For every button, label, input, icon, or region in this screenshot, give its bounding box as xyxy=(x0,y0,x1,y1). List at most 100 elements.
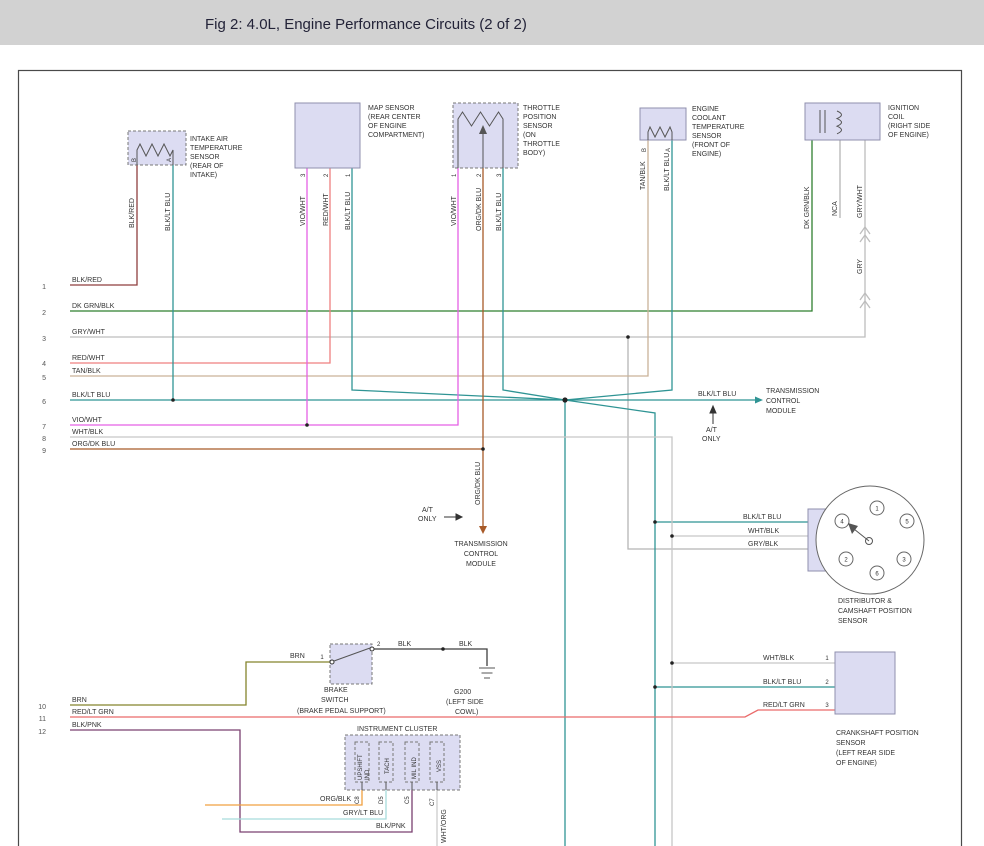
junction-dot xyxy=(653,685,657,689)
tcm-bottom-note: A/T xyxy=(422,507,434,514)
junction-dot xyxy=(562,397,567,402)
distributor-wire-label: WHT/BLK xyxy=(748,528,779,535)
map-wire-label: RED/WHT xyxy=(323,193,330,226)
crankshaft-wire-label: BLK/LT BLU xyxy=(763,679,801,686)
ect-pin-label: A xyxy=(666,148,672,152)
row-wire-label: DK GRN/BLK xyxy=(72,303,115,310)
row-number: 2 xyxy=(42,310,46,317)
gauge-label: VSS xyxy=(437,760,443,772)
junction-dot xyxy=(670,661,674,665)
brake-switch-label: (BRAKE PEDAL SUPPORT) xyxy=(297,708,386,715)
distributor-label: SENSOR xyxy=(838,618,868,625)
brake-switch-label: SWITCH xyxy=(321,697,349,704)
junction-dot xyxy=(481,447,485,451)
iat-label: TEMPERATURE xyxy=(190,145,243,152)
tcm-right-note: A/T xyxy=(706,427,718,434)
row-wire-label: VIO/WHT xyxy=(72,417,103,424)
cluster-pin-label: D5 xyxy=(379,796,385,804)
cluster-wire-label: GRY/LT BLU xyxy=(343,810,383,817)
row-number: 3 xyxy=(42,336,46,343)
gauge-label: IND xyxy=(365,769,371,780)
row-wire-label: ORG/DK BLU xyxy=(72,441,115,448)
switch-pin xyxy=(330,660,334,664)
tps-wire-label: BLK/LT BLU xyxy=(496,193,503,231)
gauge-label: TACH xyxy=(385,758,391,774)
tcm-bottom-label: MODULE xyxy=(466,561,496,568)
gry-wire-label: GRY xyxy=(857,259,864,274)
ground-label: (LEFT SIDE xyxy=(446,699,484,706)
junction-dot xyxy=(626,335,630,339)
coil-wire-label: DK GRN/BLK xyxy=(804,186,811,229)
brake-switch-label: BRAKE xyxy=(324,687,348,694)
tcm-bottom-note: ONLY xyxy=(418,516,437,523)
blk-wire-label: BLK xyxy=(398,641,412,648)
map-label: (REAR CENTER xyxy=(368,114,421,121)
ignition-coil-box xyxy=(805,103,880,140)
wiring-diagram-page: Fig 2: 4.0L, Engine Performance Circuits… xyxy=(0,0,984,846)
ect-pin-label: B xyxy=(642,148,648,152)
iat-pin-label: B xyxy=(132,158,138,162)
row-number: 10 xyxy=(38,704,46,711)
iat-label: INTAKE AIR xyxy=(190,136,228,143)
junction-dot xyxy=(653,520,657,524)
row-wire-label: BLK/RED xyxy=(72,277,102,284)
tcm-right-label: TRANSMISSION xyxy=(766,388,819,395)
row-number: 5 xyxy=(42,375,46,382)
iat-wire-label: BLK/LT BLU xyxy=(165,193,172,231)
coil-label: IGNITION xyxy=(888,105,919,112)
ect-wire-label: TAN/BLK xyxy=(640,161,647,190)
iat-label: INTAKE) xyxy=(190,172,217,179)
ect-label: ENGINE) xyxy=(692,151,721,158)
junction-dot xyxy=(670,534,674,538)
crankshaft-wire-label: RED/LT GRN xyxy=(763,702,805,709)
junction-dot xyxy=(171,398,175,402)
coil-wire-label: GRY/WHT xyxy=(857,184,864,218)
distributor-label: CAMSHAFT POSITION xyxy=(838,608,912,615)
row-wire-label: TAN/BLK xyxy=(72,368,101,375)
cluster-title: INSTRUMENT CLUSTER xyxy=(357,726,437,733)
ect-label: COOLANT xyxy=(692,115,727,122)
crankshaft-label: (LEFT REAR SIDE xyxy=(836,750,895,757)
row-number: 12 xyxy=(38,729,46,736)
iat-pin-label: A xyxy=(167,158,173,162)
coil-label: COIL xyxy=(888,114,904,121)
row-wire-label: BLK/PNK xyxy=(72,722,102,729)
tps-wire-label: VIO/WHT xyxy=(451,195,458,226)
distributor-label: DISTRIBUTOR & xyxy=(838,598,892,605)
gauge-label: MIL IND xyxy=(412,757,418,779)
gauge-label: UPSHIFT xyxy=(358,754,364,780)
tps-label: BODY) xyxy=(523,150,545,157)
ground-label: G200 xyxy=(454,689,471,696)
coil-wire-label: NCA xyxy=(832,201,839,216)
row-wire-label: GRY/WHT xyxy=(72,329,106,336)
ground-label: COWL) xyxy=(455,709,478,716)
junction-dot xyxy=(441,647,445,651)
map-wire-label: VIO/WHT xyxy=(300,195,307,226)
iat-label: (REAR OF xyxy=(190,163,223,170)
row-number: 4 xyxy=(42,361,46,368)
tcm-bottom-wire-label: ORG/DK BLU xyxy=(475,462,482,505)
tcm-bottom-label: CONTROL xyxy=(464,551,498,558)
brake-wire-label: BRN xyxy=(290,653,305,660)
row-wire-label: RED/LT GRN xyxy=(72,709,114,716)
switch-pin xyxy=(370,647,374,651)
tcm-right-note: ONLY xyxy=(702,436,721,443)
tps-wire-label: ORG/DK BLU xyxy=(476,188,483,231)
ect-wire-label: BLK/LT BLU xyxy=(664,153,671,191)
row-number: 1 xyxy=(42,284,46,291)
row-wire-label: RED/WHT xyxy=(72,355,105,362)
row-wire-label: WHT/BLK xyxy=(72,429,103,436)
map-sensor-box xyxy=(295,103,360,168)
blk-wire-label: BLK xyxy=(459,641,473,648)
distributor-wire-label: BLK/LT BLU xyxy=(743,514,781,521)
tcm-right-label: MODULE xyxy=(766,408,796,415)
row-number: 6 xyxy=(42,399,46,406)
junction-dot xyxy=(305,423,309,427)
tps-label: SENSOR xyxy=(523,123,553,130)
ect-label: SENSOR xyxy=(692,133,722,140)
row-wire-label: BRN xyxy=(72,697,87,704)
crankshaft-label: CRANKSHAFT POSITION xyxy=(836,730,919,737)
tcm-right-label: CONTROL xyxy=(766,398,800,405)
cluster-wire-label: ORG/BLK xyxy=(320,796,351,803)
cluster-pin-label: C5 xyxy=(405,796,411,804)
